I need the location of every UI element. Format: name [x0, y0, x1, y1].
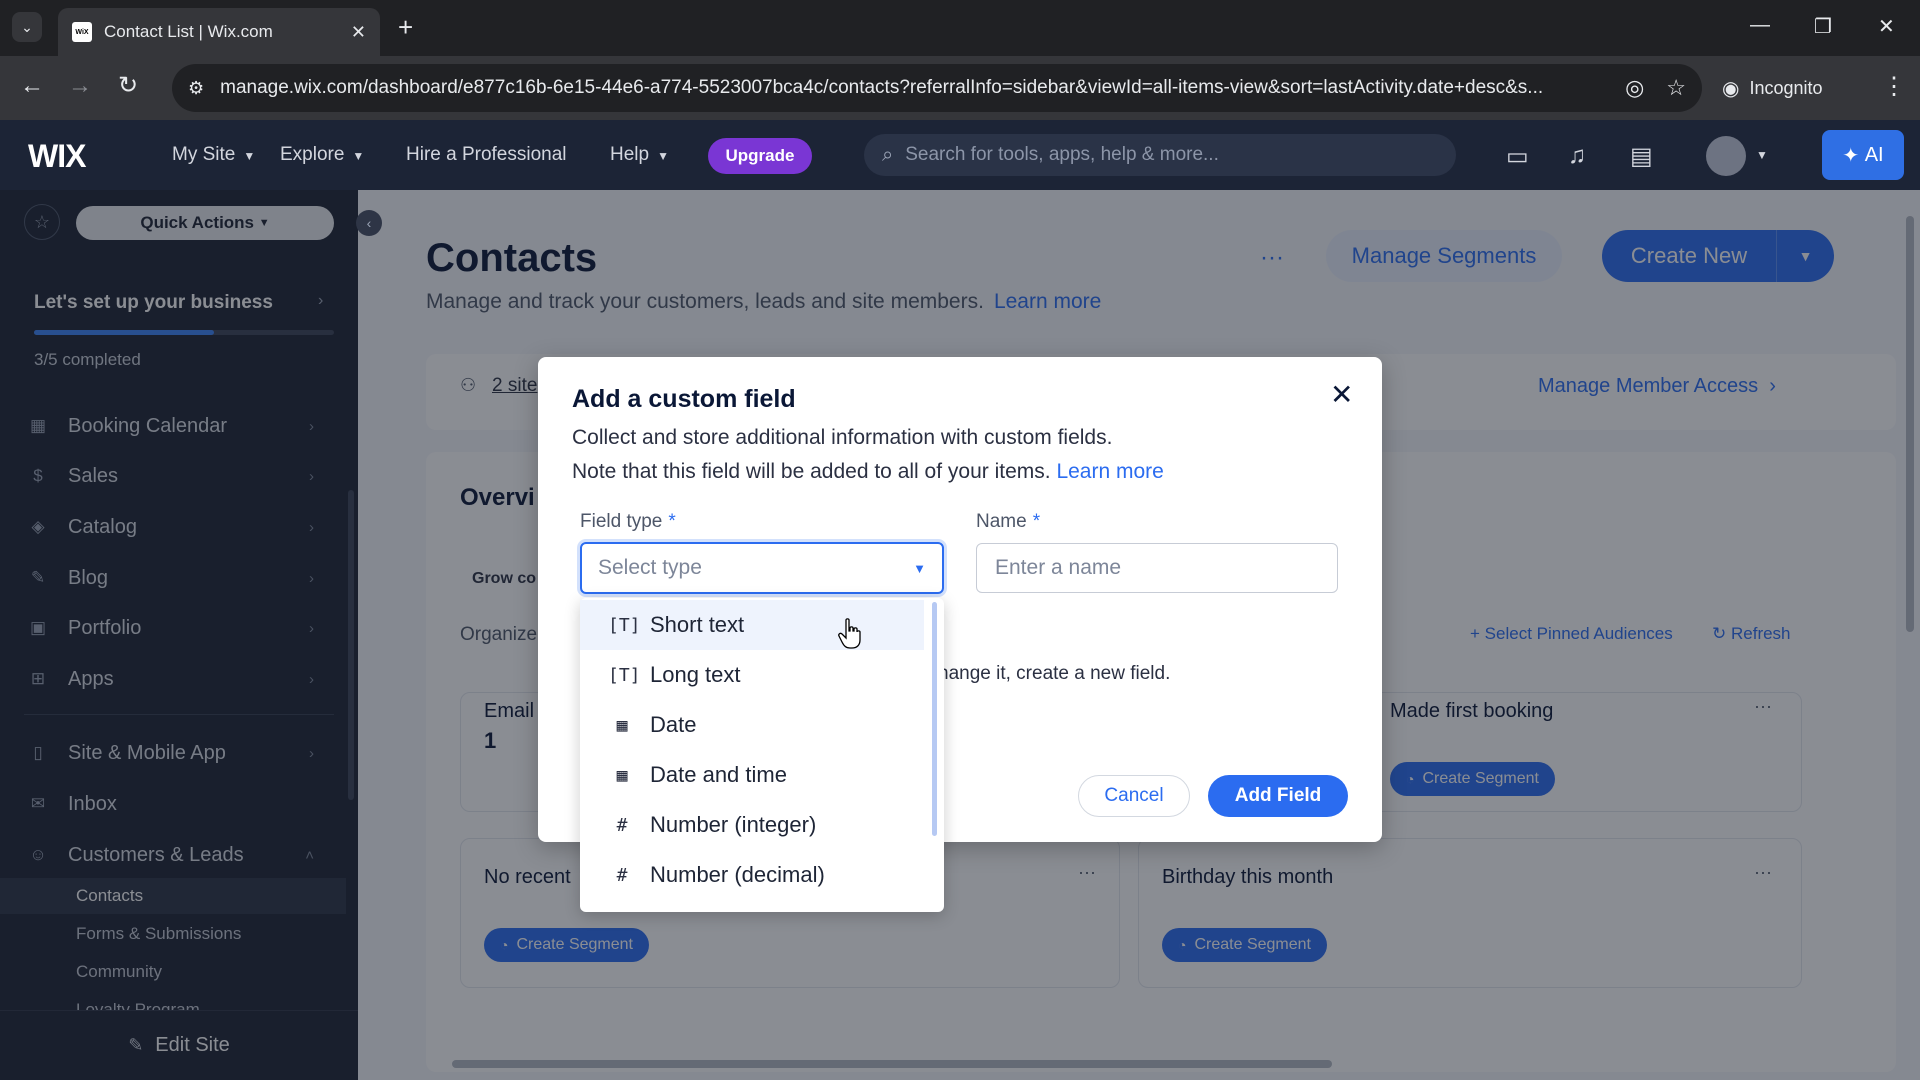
search-placeholder: Search for tools, apps, help & more...	[905, 144, 1219, 165]
tab-close-icon[interactable]: ✕	[351, 22, 366, 43]
chevron-down-icon: ▼	[243, 149, 256, 163]
option-long-text[interactable]: [T] Long text	[580, 650, 924, 700]
name-input[interactable]: Enter a name	[976, 543, 1338, 593]
select-placeholder: Select type	[598, 556, 702, 579]
chevron-down-icon[interactable]: ▼	[1756, 148, 1768, 162]
hash-icon: #	[616, 864, 628, 886]
url-text[interactable]: manage.wix.com/dashboard/e877c16b-6e15-4…	[220, 77, 1603, 99]
cancel-button[interactable]: Cancel	[1078, 775, 1190, 817]
text-field-icon: [T]	[608, 664, 641, 686]
minimize-icon[interactable]: —	[1750, 14, 1770, 37]
forward-arrow-icon[interactable]: →	[68, 72, 92, 100]
window-close-icon[interactable]: ✕	[1878, 14, 1895, 39]
dialog-description: Collect and store additional information…	[572, 426, 1164, 483]
tab-search-chevron-icon[interactable]: ⌄	[12, 12, 42, 42]
menu-explore[interactable]: Explore ▼	[280, 144, 364, 166]
tab-title: Contact List | Wix.com	[104, 22, 273, 41]
wix-top-bar: WIX My Site ▼ Explore ▼ Hire a Professiona…	[0, 120, 1920, 190]
name-label: Name *	[976, 511, 1041, 532]
avatar[interactable]	[1706, 136, 1746, 176]
text-field-icon: [T]	[608, 614, 641, 636]
field-type-label: Field type *	[580, 511, 676, 532]
wix-favicon-icon: WiX	[72, 22, 92, 42]
back-arrow-icon[interactable]: ←	[20, 72, 44, 100]
incognito-label: Incognito	[1749, 77, 1823, 98]
close-icon[interactable]: ✕	[1330, 381, 1353, 409]
chevron-down-icon: ▼	[913, 560, 926, 576]
restore-icon[interactable]: ❐	[1814, 14, 1832, 39]
reload-icon[interactable]: ↻	[118, 72, 138, 100]
new-tab-plus-icon[interactable]: +	[398, 14, 413, 40]
browser-tab-strip: ⌄ WiX Contact List | Wix.com ✕ + — ❐ ✕	[0, 0, 1920, 56]
learn-more-link[interactable]: Learn more	[1056, 460, 1163, 483]
address-bar[interactable]: ⚙ manage.wix.com/dashboard/e877c16b-6e15…	[172, 64, 1702, 112]
browser-menu-icon[interactable]: ⋮	[1882, 72, 1906, 101]
option-number-decimal[interactable]: # Number (decimal)	[580, 850, 924, 900]
menu-hire-professional[interactable]: Hire a Professional	[406, 144, 567, 166]
ai-assistant-button[interactable]: ✦ AI	[1822, 130, 1904, 180]
menu-help[interactable]: Help ▼	[610, 144, 669, 166]
incognito-icon: ◉	[1722, 77, 1740, 100]
site-info-icon[interactable]: ⚙	[188, 78, 204, 99]
upgrade-button[interactable]: Upgrade	[708, 138, 812, 174]
field-type-select[interactable]: Select type ▼	[580, 542, 944, 594]
bell-icon[interactable]: ♫	[1568, 142, 1586, 170]
add-field-button[interactable]: Add Field	[1208, 775, 1348, 817]
menu-my-site[interactable]: My Site ▼	[172, 144, 255, 166]
chevron-down-icon: ▼	[657, 149, 669, 163]
browser-toolbar: ← → ↻ ⚙ manage.wix.com/dashboard/e877c16…	[0, 56, 1920, 120]
calendar-clock-icon: ▦	[616, 764, 628, 786]
required-mark: *	[668, 511, 676, 532]
option-number-integer[interactable]: # Number (integer)	[580, 800, 924, 850]
chat-icon[interactable]: ▭	[1506, 142, 1529, 171]
hash-icon: #	[616, 814, 628, 836]
search-icon: ⌕	[882, 143, 894, 166]
collapse-sidebar-icon[interactable]: ‹	[356, 210, 382, 236]
news-icon[interactable]: ▤	[1630, 142, 1653, 171]
search-input[interactable]: ⌕ Search for tools, apps, help & more...	[864, 134, 1456, 176]
bookmark-star-icon[interactable]: ☆	[1666, 75, 1686, 101]
option-date-time[interactable]: ▦ Date and time	[580, 750, 924, 800]
sparkle-icon: ✦	[1842, 144, 1860, 167]
eye-off-icon[interactable]: ◎	[1625, 75, 1644, 101]
dialog-title: Add a custom field	[572, 385, 796, 413]
option-short-text[interactable]: [T] Short text	[580, 600, 924, 650]
incognito-indicator[interactable]: ◉ Incognito	[1722, 66, 1823, 110]
option-date[interactable]: ▦ Date	[580, 700, 924, 750]
required-mark: *	[1032, 511, 1041, 532]
hand-cursor-icon	[838, 618, 861, 649]
wix-logo[interactable]: WIX	[28, 138, 86, 175]
field-type-dropdown: [T] Short text [T] Long text ▦ Date ▦ Date a…	[580, 598, 944, 912]
chevron-down-icon: ▼	[352, 149, 365, 163]
field-note: hange it, create a new field.	[938, 663, 1171, 684]
dropdown-scrollbar[interactable]	[932, 602, 937, 836]
browser-tab[interactable]: WiX Contact List | Wix.com ✕	[58, 8, 380, 56]
calendar-icon: ▦	[616, 714, 628, 736]
